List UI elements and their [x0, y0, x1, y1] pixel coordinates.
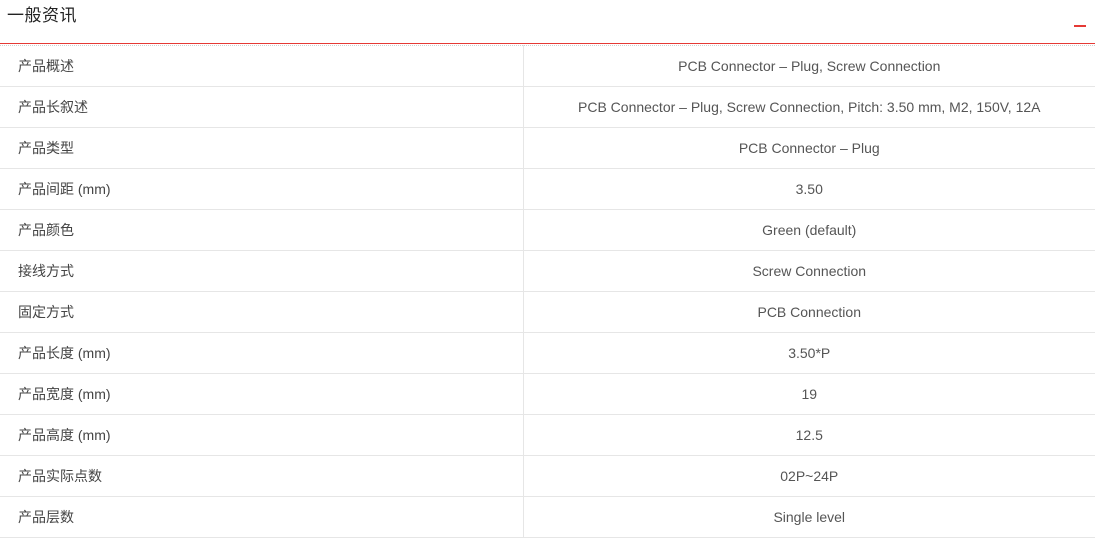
table-row: 产品层数 Single level: [0, 496, 1095, 538]
spec-label: 产品高度 (mm): [0, 414, 524, 456]
spec-value: 3.50: [523, 168, 1095, 210]
spec-label: 产品长度 (mm): [0, 332, 524, 374]
table-row: 产品实际点数 02P~24P: [0, 455, 1095, 497]
spec-value: Single level: [523, 496, 1095, 538]
spec-value: PCB Connector – Plug, Screw Connection, …: [523, 86, 1095, 128]
spec-label: 固定方式: [0, 291, 524, 333]
table-row: 产品类型 PCB Connector – Plug: [0, 127, 1095, 169]
table-row: 产品长叙述 PCB Connector – Plug, Screw Connec…: [0, 86, 1095, 128]
spec-label: 接线方式: [0, 250, 524, 292]
section-header: 一般资讯: [0, 0, 1095, 44]
spec-value: Green (default): [523, 209, 1095, 251]
minus-icon-bar: [1074, 25, 1086, 27]
spec-value: 19: [523, 373, 1095, 415]
spec-value: 02P~24P: [523, 455, 1095, 497]
spec-label: 产品实际点数: [0, 455, 524, 497]
spec-value: Screw Connection: [523, 250, 1095, 292]
minus-icon[interactable]: [1073, 18, 1087, 32]
table-row: 产品概述 PCB Connector – Plug, Screw Connect…: [0, 45, 1095, 87]
spec-label: 产品颜色: [0, 209, 524, 251]
spec-value: PCB Connection: [523, 291, 1095, 333]
table-row: 产品间距 (mm) 3.50: [0, 168, 1095, 210]
spec-table: 产品概述 PCB Connector – Plug, Screw Connect…: [0, 45, 1095, 538]
spec-label: 产品间距 (mm): [0, 168, 524, 210]
spec-value: 12.5: [523, 414, 1095, 456]
spec-label: 产品长叙述: [0, 86, 524, 128]
spec-label: 产品概述: [0, 45, 524, 87]
table-row: 产品长度 (mm) 3.50*P: [0, 332, 1095, 374]
spec-value: PCB Connector – Plug, Screw Connection: [523, 45, 1095, 87]
spec-label: 产品宽度 (mm): [0, 373, 524, 415]
section-title: 一般资讯: [7, 6, 77, 25]
table-row: 产品宽度 (mm) 19: [0, 373, 1095, 415]
spec-label: 产品类型: [0, 127, 524, 169]
spec-value: 3.50*P: [523, 332, 1095, 374]
spec-value: PCB Connector – Plug: [523, 127, 1095, 169]
table-row: 产品高度 (mm) 12.5: [0, 414, 1095, 456]
table-row: 接线方式 Screw Connection: [0, 250, 1095, 292]
table-row: 产品颜色 Green (default): [0, 209, 1095, 251]
spec-label: 产品层数: [0, 496, 524, 538]
table-row: 固定方式 PCB Connection: [0, 291, 1095, 333]
